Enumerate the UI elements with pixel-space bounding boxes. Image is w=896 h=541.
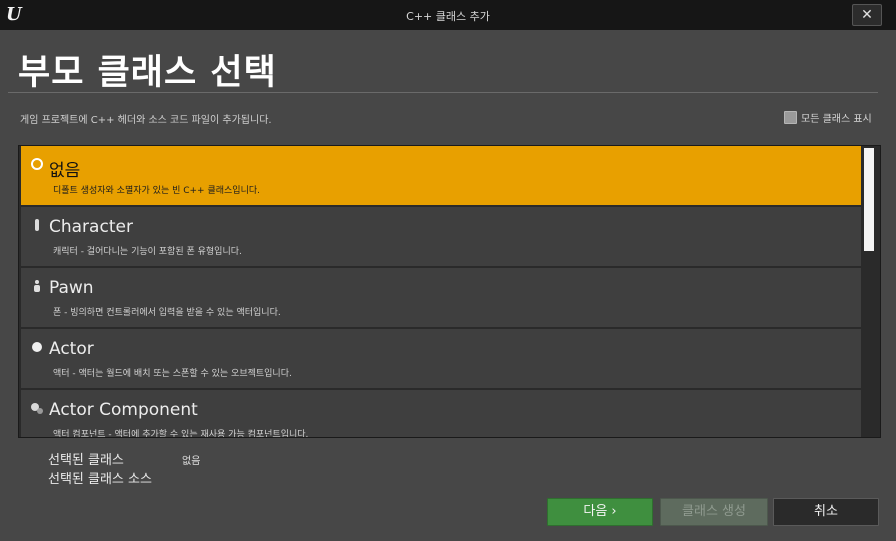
class-item-actor-component[interactable]: Actor Component 액터 컴포넌트 - 액터에 추가할 수 있는 재… (21, 390, 861, 438)
page-description: 게임 프로젝트에 C++ 헤더와 소스 코드 파일이 추가됩니다. (20, 115, 272, 126)
class-item-name: Pawn (49, 278, 94, 298)
actor-sphere-icon (32, 342, 42, 352)
character-icon (35, 219, 39, 231)
selected-class-label: 선택된 클래스 (48, 453, 124, 468)
actor-component-icon (31, 403, 43, 414)
divider (8, 92, 878, 93)
class-list: 없음 디폴트 생성자와 소멸자가 있는 빈 C++ 클래스입니다. Charac… (18, 145, 881, 438)
scrollbar[interactable] (864, 148, 876, 435)
show-all-classes-checkbox[interactable]: 모든 클래스 표시 (784, 110, 872, 125)
pawn-icon (34, 280, 40, 292)
class-item-description: 액터 컴포넌트 - 액터에 추가할 수 있는 재사용 가능 컴포넌트입니다. (53, 430, 309, 438)
create-class-button[interactable]: 클래스 생성 (660, 498, 768, 526)
scrollbar-thumb[interactable] (864, 148, 874, 251)
class-item-description: 캐릭터 - 걸어다니는 기능이 포함된 폰 유형입니다. (53, 247, 242, 257)
class-item-none[interactable]: 없음 디폴트 생성자와 소멸자가 있는 빈 C++ 클래스입니다. (21, 146, 861, 205)
checkbox-icon[interactable] (784, 111, 797, 124)
cancel-button[interactable]: 취소 (773, 498, 879, 526)
selected-class-value: 없음 (182, 456, 201, 467)
class-item-actor[interactable]: Actor 액터 - 액터는 월드에 배치 또는 스폰할 수 있는 오브젝트입니… (21, 329, 861, 388)
title-bar: U C++ 클래스 추가 ✕ (0, 0, 896, 30)
class-item-name: Actor Component (49, 400, 198, 420)
class-item-description: 폰 - 빙의하면 컨트롤러에서 입력을 받을 수 있는 액터입니다. (53, 308, 281, 318)
class-item-name: Character (49, 217, 133, 237)
class-item-description: 액터 - 액터는 월드에 배치 또는 스폰할 수 있는 오브젝트입니다. (53, 369, 292, 379)
next-button[interactable]: 다음 › (547, 498, 653, 526)
circle-outline-icon (31, 158, 43, 170)
window-title: C++ 클래스 추가 (406, 10, 490, 23)
class-item-name: Actor (49, 339, 94, 359)
selected-class-source-label: 선택된 클래스 소스 (48, 472, 152, 487)
class-item-pawn[interactable]: Pawn 폰 - 빙의하면 컨트롤러에서 입력을 받을 수 있는 액터입니다. (21, 268, 861, 327)
class-item-name: 없음 (49, 161, 81, 181)
class-item-description: 디폴트 생성자와 소멸자가 있는 빈 C++ 클래스입니다. (53, 186, 260, 196)
page-title: 부모 클래스 선택 (18, 53, 277, 93)
show-all-classes-label: 모든 클래스 표시 (801, 114, 872, 125)
class-item-character[interactable]: Character 캐릭터 - 걸어다니는 기능이 포함된 폰 유형입니다. (21, 207, 861, 266)
close-button[interactable]: ✕ (852, 4, 882, 26)
